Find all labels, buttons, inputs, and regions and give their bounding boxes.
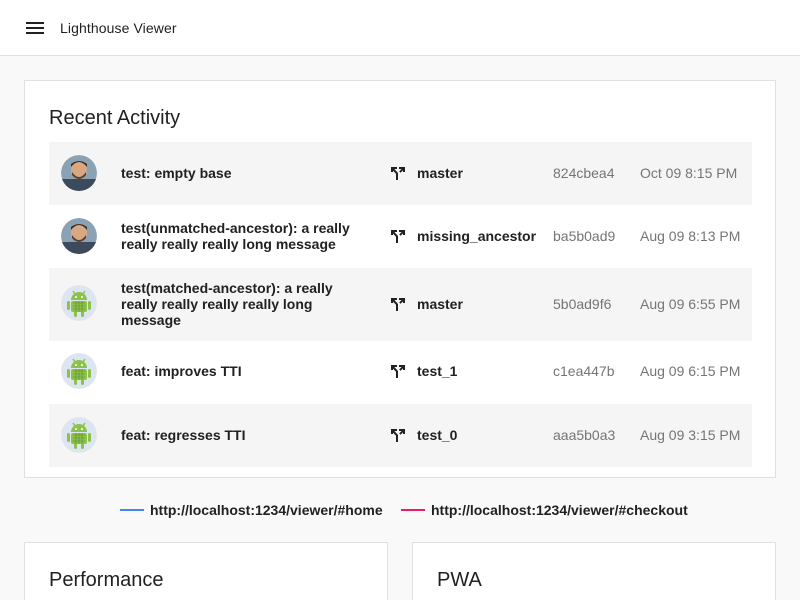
legend-item-checkout[interactable]: http://localhost:1234/viewer/#checkout — [401, 502, 688, 518]
card-title: Recent Activity — [49, 107, 181, 129]
activity-row[interactable]: feat: regresses TTI test_0 aaa5b0a3 Aug … — [49, 404, 752, 467]
commit-date: Aug 09 6:15 PM — [640, 363, 741, 379]
card-title: PWA — [437, 569, 482, 591]
url-legend: http://localhost:1234/viewer/#home http:… — [0, 502, 800, 518]
commit-message: feat: regresses TTI — [121, 427, 246, 443]
merge-branch-icon — [391, 429, 405, 442]
android-avatar-icon — [61, 353, 97, 389]
merge-branch-icon — [391, 230, 405, 243]
commit-hash: 824cbea4 — [553, 165, 615, 181]
app-bar: Lighthouse Viewer — [0, 0, 800, 56]
branch: test_0 — [389, 426, 457, 444]
activity-row[interactable]: test: empty base master 824cbea4 Oct 09 … — [49, 142, 752, 205]
android-avatar-icon — [61, 417, 97, 453]
commit-message: feat: improves TTI — [121, 363, 242, 379]
commit-date: Aug 09 6:55 PM — [640, 296, 741, 312]
legend-line-swatch — [401, 509, 425, 511]
branch: master — [389, 295, 463, 313]
commit-date: Aug 09 3:15 PM — [640, 427, 741, 443]
person-avatar-icon — [61, 218, 97, 254]
commit-hash: 5b0ad9f6 — [553, 296, 612, 312]
legend-item-home[interactable]: http://localhost:1234/viewer/#home — [120, 502, 383, 518]
commit-date: Aug 09 8:13 PM — [640, 228, 741, 244]
branch: test_1 — [389, 362, 457, 380]
commit-message: test(unmatched-ancestor): a really reall… — [121, 220, 350, 252]
performance-card: Performance — [24, 542, 388, 600]
commit-hash: ba5b0ad9 — [553, 228, 616, 244]
branch-name: missing_ancestor — [417, 228, 537, 244]
commit-hash: c1ea447b — [553, 363, 615, 379]
branch-name: master — [417, 296, 463, 312]
merge-branch-icon — [391, 167, 405, 180]
commit-date: Oct 09 8:15 PM — [640, 165, 738, 181]
branch-name: master — [417, 165, 463, 181]
merge-branch-icon — [391, 365, 405, 378]
legend-line-swatch — [120, 509, 144, 511]
app-title: Lighthouse Viewer — [60, 19, 177, 36]
activity-list: test: empty base master 824cbea4 Oct 09 … — [49, 142, 752, 467]
legend-label: http://localhost:1234/viewer/#home — [150, 502, 383, 518]
activity-row[interactable]: feat: improves TTI test_1 c1ea447b Aug 0… — [49, 341, 752, 404]
branch: missing_ancestor — [389, 227, 536, 245]
branch-name: test_0 — [417, 427, 458, 443]
android-avatar-icon — [61, 285, 97, 321]
activity-row[interactable]: test(matched-ancestor): a really really … — [49, 268, 752, 341]
branch: master — [389, 164, 463, 182]
commit-hash: aaa5b0a3 — [553, 427, 616, 443]
commit-message: test(matched-ancestor): a really really … — [121, 280, 333, 328]
activity-row[interactable]: test(unmatched-ancestor): a really reall… — [49, 205, 752, 268]
merge-branch-icon — [391, 298, 405, 311]
recent-activity-card: Recent Activity test: empty base master … — [24, 80, 776, 478]
commit-message: test: empty base — [121, 165, 232, 181]
legend-label: http://localhost:1234/viewer/#checkout — [431, 502, 688, 518]
pwa-card: PWA — [412, 542, 776, 600]
card-title: Performance — [49, 569, 164, 591]
branch-name: test_1 — [417, 363, 458, 379]
person-avatar-icon — [61, 155, 97, 191]
hamburger-menu-icon[interactable] — [26, 20, 46, 36]
